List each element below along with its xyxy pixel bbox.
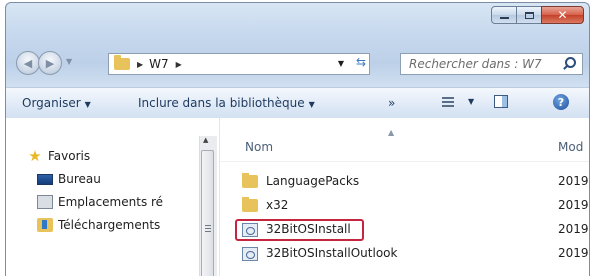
breadcrumb-separator-icon[interactable]: ▶ bbox=[137, 60, 143, 69]
folder-icon bbox=[114, 55, 130, 70]
back-button[interactable]: ◀ bbox=[16, 51, 40, 75]
minimize-button[interactable] bbox=[491, 6, 517, 24]
breadcrumb-separator-icon[interactable]: ▶ bbox=[176, 60, 182, 69]
file-row[interactable]: LanguagePacks 2019 bbox=[220, 171, 589, 193]
back-arrow-icon: ◀ bbox=[23, 56, 33, 70]
desktop-icon bbox=[37, 173, 53, 185]
column-header-row bbox=[220, 135, 589, 162]
folder-icon bbox=[242, 197, 258, 212]
star-icon: ★ bbox=[28, 147, 42, 165]
include-library-label: Inclure dans la bibliothèque bbox=[138, 96, 305, 110]
preview-pane-icon[interactable] bbox=[494, 95, 508, 108]
breadcrumb-w7[interactable]: W7 bbox=[149, 57, 169, 71]
address-bar[interactable]: ▶ W7 ▶ ▼ ⇆ bbox=[108, 53, 370, 75]
include-library-menu[interactable]: Inclure dans la bibliothèque ▼ bbox=[138, 96, 315, 110]
sort-ascending-icon: ▲ bbox=[388, 128, 395, 137]
search-icon[interactable] bbox=[562, 55, 580, 73]
organize-label: Organiser bbox=[22, 96, 81, 110]
file-name: 32BitOSInstallOutlook bbox=[266, 246, 398, 260]
file-row[interactable]: 32BitOSInstallOutlook 2019 bbox=[220, 243, 589, 265]
nav-item-label: Emplacements ré bbox=[58, 195, 164, 209]
file-row[interactable]: x32 2019 bbox=[220, 195, 589, 217]
downloads-icon bbox=[37, 218, 53, 232]
nav-item-downloads[interactable]: Téléchargements bbox=[37, 218, 160, 232]
file-date: 2019 bbox=[558, 174, 589, 188]
forward-arrow-icon: ▶ bbox=[45, 56, 55, 70]
address-dropdown-icon[interactable]: ▼ bbox=[338, 59, 344, 68]
file-date: 2019 bbox=[558, 198, 589, 212]
setup-file-icon bbox=[242, 247, 258, 261]
window-controls: ✕ bbox=[491, 6, 584, 24]
nav-item-label: Téléchargements bbox=[58, 218, 161, 232]
file-date: 2019 bbox=[558, 222, 589, 236]
search-box[interactable]: Rechercher dans : W7 bbox=[400, 53, 583, 75]
highlight-annotation bbox=[235, 219, 364, 241]
forward-button[interactable]: ▶ bbox=[38, 51, 62, 75]
file-name: LanguagePacks bbox=[266, 174, 360, 188]
file-name: x32 bbox=[266, 198, 289, 212]
minimize-icon bbox=[499, 17, 509, 19]
column-header-modified[interactable]: Mod bbox=[558, 140, 583, 154]
chevron-down-icon: ▼ bbox=[308, 100, 315, 109]
close-icon: ✕ bbox=[557, 8, 568, 22]
help-icon[interactable]: ? bbox=[553, 94, 569, 110]
column-header-name[interactable]: Nom bbox=[245, 140, 273, 154]
chevron-down-icon[interactable]: ▼ bbox=[468, 97, 474, 106]
command-bar: Organiser ▼ Inclure dans la bibliothèque ▼… bbox=[6, 87, 589, 119]
grip-icon bbox=[205, 225, 211, 232]
maximize-button[interactable] bbox=[516, 6, 542, 24]
view-options-icon[interactable] bbox=[442, 97, 454, 107]
navigation-row: ◀ ▶ ▼ ▶ W7 ▶ ▼ ⇆ Rechercher dans : W7 bbox=[6, 49, 589, 79]
organize-menu[interactable]: Organiser ▼ bbox=[22, 96, 91, 110]
chevron-down-icon: ▼ bbox=[84, 100, 91, 109]
scroll-thumb[interactable] bbox=[201, 150, 214, 276]
scroll-up-icon[interactable]: ▲ bbox=[203, 136, 208, 144]
folder-icon bbox=[242, 173, 258, 188]
more-commands-button[interactable]: » bbox=[388, 96, 395, 110]
nav-item-label: Favoris bbox=[48, 149, 91, 163]
nav-item-label: Bureau bbox=[58, 172, 101, 186]
nav-item-favorites[interactable]: ★ Favoris bbox=[27, 147, 91, 165]
close-button[interactable]: ✕ bbox=[541, 6, 584, 24]
content-area: ★ Favoris Bureau Emplacements ré Télécha… bbox=[6, 118, 589, 276]
places-icon bbox=[37, 195, 53, 209]
refresh-icon[interactable]: ⇆ bbox=[356, 55, 366, 69]
nav-item-desktop[interactable]: Bureau bbox=[37, 172, 101, 186]
explorer-window: ✕ ◀ ▶ ▼ ▶ W7 ▶ ▼ ⇆ Rechercher dans : W7 … bbox=[5, 2, 590, 276]
nav-item-recent-places[interactable]: Emplacements ré bbox=[37, 195, 163, 209]
file-date: 2019 bbox=[558, 246, 589, 260]
search-input[interactable]: Rechercher dans : W7 bbox=[409, 57, 562, 71]
recent-pages-dropdown[interactable]: ▼ bbox=[66, 57, 72, 66]
maximize-icon bbox=[524, 11, 534, 19]
file-list: ▲ Nom Mod LanguagePacks 2019 x32 2019 32… bbox=[220, 118, 589, 276]
navigation-pane: ★ Favoris Bureau Emplacements ré Télécha… bbox=[6, 118, 199, 276]
